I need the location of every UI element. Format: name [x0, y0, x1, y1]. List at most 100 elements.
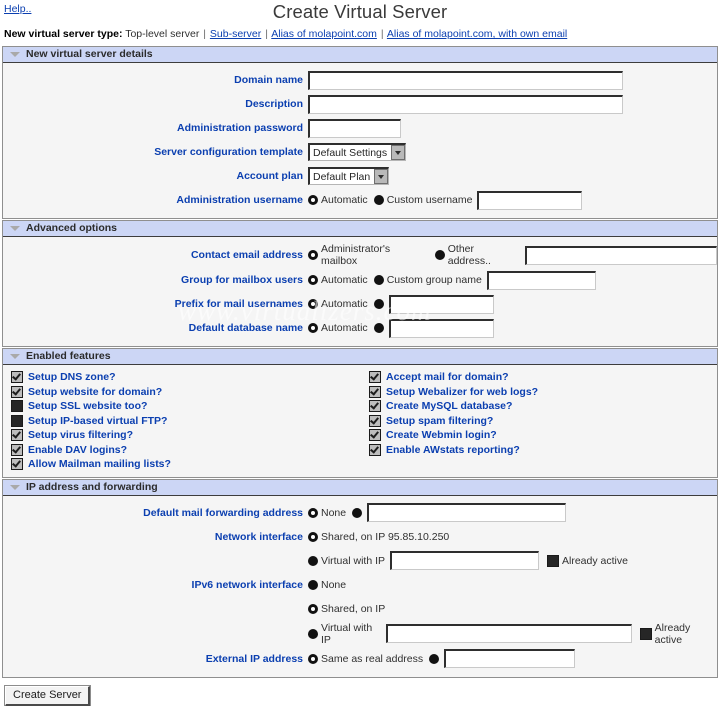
field-row-administration-password: Administration password [3, 116, 717, 140]
feature-setup-webalizer-for-web-logs[interactable]: Setup Webalizer for web logs? [369, 385, 717, 400]
checkbox-setup-spam-filtering[interactable] [369, 414, 381, 427]
feature-enable-dav-logins[interactable]: Enable DAV logins? [11, 443, 360, 458]
administration-username-custom-radio[interactable] [373, 195, 384, 205]
ipv6-virtual-radio[interactable] [308, 628, 318, 639]
feature-setup-dns-zone[interactable]: Setup DNS zone? [11, 370, 360, 385]
section-header-features[interactable]: Enabled features [3, 348, 717, 365]
mail-prefix-automatic-label: Automatic [321, 298, 368, 310]
field-row-default-mail-forwarding-address: Default mail forwarding address None [3, 501, 717, 525]
server-type-option-sub-server[interactable]: Sub-server [210, 28, 261, 40]
label-external-ip-address: External IP address [205, 652, 303, 665]
administration-password-input[interactable] [308, 118, 401, 138]
section-header-advanced[interactable]: Advanced options [3, 220, 717, 237]
feature-setup-ip-based-virtual-ftp[interactable]: Setup IP-based virtual FTP? [11, 414, 360, 429]
label-server-configuration-template: Server configuration template [154, 146, 303, 158]
feature-label: Setup IP-based virtual FTP? [28, 414, 168, 427]
network-interface-already-active-label: Already active [562, 554, 628, 567]
account-plan-value: Default Plan [313, 170, 371, 183]
server-type-option-alias[interactable]: Alias of molapoint.com [271, 28, 377, 40]
field-row-ipv6-virtual: Virtual with IP Already active [3, 621, 717, 647]
domain-name-input[interactable] [308, 70, 623, 90]
server-configuration-template-select[interactable]: Default Settings [308, 143, 407, 161]
checkbox-setup-ssl-website-too[interactable] [11, 400, 23, 413]
database-name-automatic-radio[interactable] [308, 323, 318, 333]
features-column-left: Setup DNS zone? Setup website for domain… [3, 370, 360, 472]
create-server-button[interactable]: Create Server [3, 684, 92, 706]
section-header-ip[interactable]: IP address and forwarding [3, 478, 717, 496]
checkbox-create-webmin-login[interactable] [369, 429, 381, 442]
mailbox-group-custom-input[interactable] [486, 270, 596, 290]
checkbox-setup-website-for-domain[interactable] [11, 385, 23, 398]
section-body-features: Setup DNS zone? Setup website for domain… [3, 365, 717, 477]
checkbox-ipv6-already-active[interactable] [639, 627, 652, 640]
mailbox-group-custom-radio[interactable] [373, 275, 384, 285]
checkbox-enable-awstats-reporting[interactable] [369, 443, 381, 456]
checkbox-setup-dns-zone[interactable] [11, 371, 23, 384]
account-plan-select[interactable]: Default Plan [308, 167, 390, 185]
database-name-custom-radio[interactable] [373, 323, 384, 333]
administration-username-automatic-radio[interactable] [308, 195, 318, 205]
checkbox-network-interface-already-active[interactable] [547, 554, 559, 567]
ipv6-virtual-input[interactable] [386, 624, 632, 643]
mail-prefix-custom-radio[interactable] [373, 299, 384, 309]
mailbox-group-custom-label: Custom group name [386, 274, 482, 286]
field-row-prefix-for-mail-usernames: Prefix for mail usernames Automatic [3, 292, 717, 316]
mail-forwarding-none-radio[interactable] [308, 507, 318, 518]
checkbox-setup-virus-filtering[interactable] [11, 429, 23, 442]
feature-accept-mail-for-domain[interactable]: Accept mail for domain? [369, 370, 717, 385]
server-type-option-top-level[interactable]: Top-level server [125, 28, 199, 40]
contact-email-other-radio[interactable] [434, 250, 445, 260]
feature-allow-mailman-mailing-lists[interactable]: Allow Mailman mailing lists? [11, 457, 360, 472]
section-body-ip: Default mail forwarding address None Net… [3, 496, 717, 677]
label-description: Description [245, 98, 303, 110]
network-interface-shared-radio[interactable] [308, 531, 318, 542]
feature-create-mysql-database[interactable]: Create MySQL database? [369, 399, 717, 414]
field-row-group-for-mailbox-users: Group for mailbox users Automatic Custom… [3, 268, 717, 292]
section-ip-address-and-forwarding: IP address and forwarding Default mail f… [2, 478, 718, 678]
mail-forwarding-custom-input[interactable] [367, 503, 567, 522]
mailbox-group-automatic-radio[interactable] [308, 275, 318, 285]
label-network-interface: Network interface [214, 530, 303, 543]
label-administration-username: Administration username [176, 194, 303, 206]
network-interface-virtual-radio[interactable] [308, 555, 318, 566]
checkbox-enable-dav-logins[interactable] [11, 443, 23, 456]
external-ip-custom-input[interactable] [444, 649, 576, 668]
section-advanced-options: Advanced options Contact email address A… [2, 220, 718, 347]
feature-setup-ssl-website-too[interactable]: Setup SSL website too? [11, 399, 360, 414]
contact-email-other-label: Other address.. [447, 243, 491, 267]
network-interface-virtual-input[interactable] [390, 551, 539, 570]
server-type-option-alias-own-email[interactable]: Alias of molapoint.com, with own email [387, 28, 567, 40]
label-account-plan: Account plan [236, 170, 303, 182]
description-input[interactable] [308, 94, 623, 114]
checkbox-accept-mail-for-domain[interactable] [369, 371, 381, 384]
external-ip-custom-radio[interactable] [429, 653, 440, 664]
feature-setup-spam-filtering[interactable]: Setup spam filtering? [369, 414, 717, 429]
mail-forwarding-custom-radio[interactable] [352, 507, 363, 518]
ipv6-shared-radio[interactable] [308, 603, 318, 614]
feature-create-webmin-login[interactable]: Create Webmin login? [369, 428, 717, 443]
field-row-domain-name: Domain name [3, 68, 717, 92]
ipv6-already-active-label: Already active [654, 621, 691, 646]
administration-username-automatic-label: Automatic [321, 194, 368, 206]
database-name-custom-input[interactable] [388, 318, 494, 338]
mail-prefix-custom-input[interactable] [388, 294, 494, 314]
checkbox-setup-ip-based-virtual-ftp[interactable] [11, 414, 23, 427]
feature-setup-website-for-domain[interactable]: Setup website for domain? [11, 385, 360, 400]
contact-email-other-input[interactable] [524, 245, 717, 265]
section-enabled-features: Enabled features Setup DNS zone? Setup w… [2, 348, 718, 478]
checkbox-setup-webalizer-for-web-logs[interactable] [369, 385, 381, 398]
field-row-network-interface: Network interface Shared, on IP 95.85.10… [3, 525, 717, 549]
external-ip-same-radio[interactable] [308, 653, 318, 664]
administration-username-custom-input[interactable] [477, 190, 583, 210]
contact-email-default-radio[interactable] [308, 250, 318, 260]
feature-setup-virus-filtering[interactable]: Setup virus filtering? [11, 428, 360, 443]
checkbox-create-mysql-database[interactable] [369, 400, 381, 413]
checkbox-allow-mailman-mailing-lists[interactable] [11, 458, 23, 471]
mail-prefix-automatic-radio[interactable] [308, 299, 318, 309]
section-header-details[interactable]: New virtual server details [3, 46, 717, 63]
page-title: Create Virtual Server [272, 1, 448, 22]
label-contact-email-address: Contact email address [190, 249, 303, 261]
feature-label: Setup Webalizer for web logs? [386, 385, 539, 398]
ipv6-none-radio[interactable] [308, 579, 318, 590]
feature-enable-awstats-reporting[interactable]: Enable AWstats reporting? [369, 443, 717, 458]
